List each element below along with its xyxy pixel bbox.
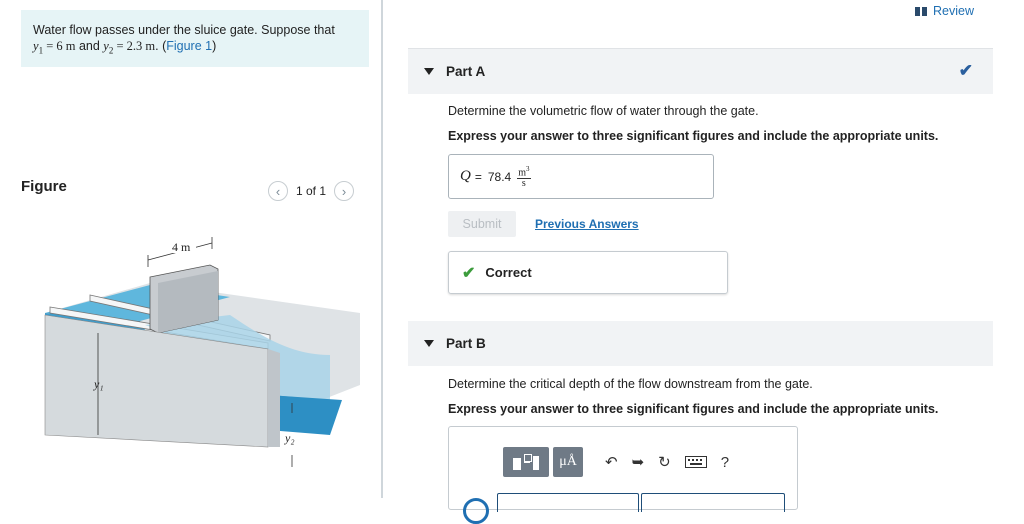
reset-icon[interactable]: ↻	[658, 447, 671, 477]
and-text: and	[75, 39, 104, 53]
part-b-header[interactable]: Part B	[408, 321, 993, 366]
checkmark-icon: ✔	[958, 61, 973, 80]
width-label: 4 m	[172, 240, 191, 254]
chevron-left-icon[interactable]: ‹	[268, 181, 288, 201]
templates-button[interactable]	[503, 447, 549, 477]
checkmark-icon: ✔	[462, 264, 476, 282]
status-icon	[463, 498, 489, 524]
keyboard-icon[interactable]	[684, 447, 707, 477]
previous-answers-link[interactable]: Previous Answers	[535, 217, 639, 231]
part-b-title: Part B	[446, 336, 486, 351]
feedback-correct: ✔ Correct	[448, 251, 728, 294]
submit-button[interactable]: Submit	[448, 211, 516, 237]
problem-panel: Water flow passes under the sluice gate.…	[0, 0, 383, 510]
part-a-title: Part A	[446, 64, 486, 79]
period-text: . (	[155, 39, 167, 53]
review-label: Review	[933, 4, 974, 18]
answer-value: 78.4	[487, 169, 512, 184]
part-b-instruction: Express your answer to three significant…	[448, 402, 939, 416]
figure-pager: ‹ 1 of 1 ›	[268, 180, 355, 202]
panel-divider	[381, 0, 383, 498]
problem-statement: Water flow passes under the sluice gate.…	[21, 10, 369, 67]
part-a-instruction: Express your answer to three significant…	[448, 129, 939, 143]
y1-value: = 6 m	[43, 39, 76, 53]
sluice-gate-figure: 4 m y₁ y₂	[44, 237, 360, 467]
triangle-down-icon	[424, 68, 434, 75]
template-icon	[511, 452, 541, 472]
math-toolbar: μÅ ↶ ➥ ↻ ?	[503, 447, 743, 477]
intro-text: Water flow passes under the sluice gate.…	[33, 23, 335, 37]
redo-icon[interactable]: ➥	[632, 447, 645, 477]
y2-value: = 2.3 m	[113, 39, 156, 53]
close-paren: )	[212, 39, 217, 53]
y1-label: y₁	[93, 377, 104, 391]
value-input[interactable]	[497, 493, 639, 512]
book-icon	[915, 6, 927, 16]
y2-label: y₂	[284, 431, 295, 445]
units-button[interactable]: μÅ	[553, 447, 583, 477]
help-button[interactable]: ?	[721, 447, 729, 477]
figure-title: Figure	[21, 178, 67, 195]
pager-text: 1 of 1	[296, 184, 327, 198]
unit-power: 3	[526, 164, 530, 173]
part-b-answer-editor: μÅ ↶ ➥ ↻ ?	[448, 426, 798, 524]
review-link[interactable]: Review	[915, 4, 974, 18]
undo-icon[interactable]: ↶	[605, 447, 618, 477]
part-a-question: Determine the volumetric flow of water t…	[448, 104, 759, 118]
feedback-text: Correct	[485, 265, 532, 280]
figure-link[interactable]: Figure 1	[166, 39, 212, 53]
unit-numerator: m	[518, 167, 526, 179]
triangle-down-icon	[424, 340, 434, 347]
answer-variable: Q	[460, 168, 471, 184]
part-b-question: Determine the critical depth of the flow…	[448, 377, 813, 391]
chevron-right-icon[interactable]: ›	[334, 181, 355, 201]
answer-equals: =	[474, 169, 482, 184]
answer-unit: m3 s	[517, 164, 531, 190]
part-a-answer-field[interactable]: Q = 78.4 m3 s	[448, 154, 714, 199]
part-a-header[interactable]: Part A ✔	[408, 49, 993, 94]
units-input[interactable]	[641, 493, 785, 512]
unit-denominator: s	[521, 178, 526, 190]
